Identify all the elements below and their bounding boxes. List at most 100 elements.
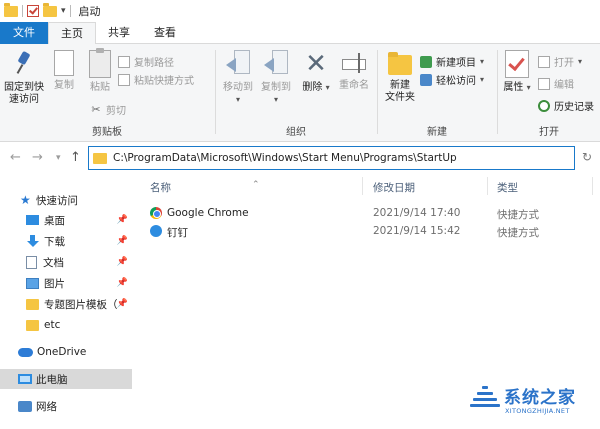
properties-button[interactable]: 属性 ▾ xyxy=(502,50,532,94)
new-folder-button[interactable]: 新建 文件夹 xyxy=(382,50,418,104)
up-arrow-icon[interactable]: ↑ xyxy=(70,150,81,165)
edit-icon xyxy=(538,77,550,90)
nav-label: OneDrive xyxy=(37,346,87,358)
nav-item-etc[interactable]: etc xyxy=(0,315,132,335)
cut-label: 剪切 xyxy=(106,106,126,117)
watermark-logo: 系统之家 XITONGZHIJIA.NET xyxy=(470,380,598,425)
column-divider[interactable] xyxy=(487,177,488,195)
pin-icon[interactable]: 📌 xyxy=(117,215,128,225)
refresh-icon[interactable]: ↻ xyxy=(582,150,592,164)
copy-button[interactable]: 复制 xyxy=(50,50,78,92)
tab-view[interactable]: 查看 xyxy=(142,22,188,44)
chevron-down-icon: ▾ xyxy=(235,95,240,104)
chevron-down-icon: ▾ xyxy=(273,95,278,104)
cut-button[interactable]: ✂ 剪切 xyxy=(90,102,126,117)
file-type: 快捷方式 xyxy=(497,227,539,239)
properties-icon xyxy=(505,50,529,78)
open-label: 打开 xyxy=(554,58,574,69)
paste-shortcut-button[interactable]: 粘贴快捷方式 xyxy=(118,72,194,87)
move-to-button[interactable]: 移动到 ▾ xyxy=(220,50,256,106)
watermark-text: 系统之家 xyxy=(504,388,576,408)
copy-label: 复制 xyxy=(54,80,74,91)
new-folder-quick-icon[interactable] xyxy=(43,2,57,17)
recent-locations-chevron-icon[interactable]: ▾ xyxy=(56,153,61,163)
folder-icon xyxy=(26,298,39,310)
new-folder-icon xyxy=(385,50,415,76)
history-button[interactable]: 历史记录 xyxy=(538,98,594,113)
nav-label: 桌面 xyxy=(44,214,65,227)
paste-button[interactable]: 粘贴 xyxy=(86,48,114,94)
delete-button[interactable]: ✕ 删除 ▾ xyxy=(302,50,330,94)
clipboard-group-label: 剪贴板 xyxy=(92,127,122,138)
chevron-down-icon: ▾ xyxy=(480,57,485,66)
nav-item-network[interactable]: 网络 xyxy=(0,396,132,416)
title-bar: ▾ 启动 xyxy=(0,0,600,22)
pin-icon[interactable]: 📌 xyxy=(117,299,128,309)
nav-item-special-folder[interactable]: 专题图片模板（ 📌 xyxy=(0,294,132,314)
folder-icon xyxy=(93,152,107,164)
forward-arrow-icon[interactable]: → xyxy=(32,150,43,165)
nav-item-desktop[interactable]: 桌面 📌 xyxy=(0,210,132,230)
sort-ascending-icon: ⌃ xyxy=(252,180,260,190)
delete-label: 删除 xyxy=(302,82,323,93)
open-group: 属性 ▾ 打开 ▾ 编辑 历史记录 打开 xyxy=(498,48,600,138)
new-item-button[interactable]: 新建项目 ▾ xyxy=(420,54,484,69)
new-group: 新建 文件夹 新建项目 ▾ 轻松访问 ▾ 新建 xyxy=(378,48,496,138)
copy-to-button[interactable]: 复制到 ▾ xyxy=(258,50,294,106)
file-name: 钉钉 xyxy=(167,227,188,239)
tab-share[interactable]: 共享 xyxy=(96,22,142,44)
column-type[interactable]: 类型 xyxy=(497,180,518,195)
column-divider[interactable] xyxy=(362,177,363,195)
pin-icon[interactable]: 📌 xyxy=(117,278,128,288)
copy-path-icon xyxy=(118,55,130,68)
edit-button[interactable]: 编辑 xyxy=(538,76,574,91)
nav-item-documents[interactable]: 文档 📌 xyxy=(0,252,132,272)
nav-label: 专题图片模板（ xyxy=(44,298,118,311)
new-group-label: 新建 xyxy=(427,127,447,138)
picture-icon xyxy=(26,277,39,289)
file-row[interactable]: Google Chrome 2021/9/14 17:40 快捷方式 xyxy=(140,204,600,222)
address-path: C:\ProgramData\Microsoft\Windows\Start M… xyxy=(113,152,457,164)
address-input[interactable]: C:\ProgramData\Microsoft\Windows\Start M… xyxy=(88,146,575,170)
nav-item-downloads[interactable]: 下载 📌 xyxy=(0,231,132,251)
column-divider[interactable] xyxy=(592,177,593,195)
chrome-icon xyxy=(150,207,162,219)
scissors-icon: ✂ xyxy=(91,102,101,116)
customize-toolbar-dropdown[interactable]: ▾ xyxy=(61,6,66,16)
tab-file[interactable]: 文件 xyxy=(0,22,48,44)
column-date[interactable]: 修改日期 xyxy=(373,180,415,195)
nav-label: 此电脑 xyxy=(36,373,68,386)
copy-path-button[interactable]: 复制路径 xyxy=(118,54,174,69)
properties-quick-icon[interactable] xyxy=(27,5,39,17)
cloud-icon xyxy=(18,347,33,357)
edit-label: 编辑 xyxy=(554,80,574,91)
easy-access-button[interactable]: 轻松访问 ▾ xyxy=(420,72,484,87)
rename-label: 重命名 xyxy=(339,80,369,91)
chevron-down-icon: ▾ xyxy=(526,83,531,92)
column-name[interactable]: 名称 xyxy=(150,180,171,195)
back-arrow-icon[interactable]: ← xyxy=(10,150,21,165)
file-date: 2021/9/14 15:42 xyxy=(373,225,461,237)
rename-button[interactable]: 重命名 xyxy=(336,50,372,92)
chevron-down-icon: ▾ xyxy=(325,83,330,92)
new-item-label: 新建项目 xyxy=(436,58,476,69)
pin-icon[interactable]: 📌 xyxy=(117,236,128,246)
open-button[interactable]: 打开 ▾ xyxy=(538,54,582,69)
file-row[interactable]: 钉钉 2021/9/14 15:42 快捷方式 xyxy=(140,222,600,240)
paste-shortcut-label: 粘贴快捷方式 xyxy=(134,76,194,87)
nav-item-pictures[interactable]: 图片 📌 xyxy=(0,273,132,293)
folder-icon xyxy=(26,319,39,331)
file-type: 快捷方式 xyxy=(497,209,539,221)
tab-home[interactable]: 主页 xyxy=(48,22,96,45)
pin-icon[interactable]: 📌 xyxy=(117,257,128,267)
ribbon: 固定到快 速访问 复制 粘贴 复制路径 粘贴快捷方式 ✂ 剪切 剪贴板 移动到 xyxy=(0,44,600,142)
new-folder-label-line2: 文件夹 xyxy=(385,92,415,103)
pin-label-line1: 固定到快 xyxy=(4,82,44,93)
star-icon: ★ xyxy=(20,193,31,207)
pin-to-quick-access-button[interactable]: 固定到快 速访问 xyxy=(4,50,44,106)
ribbon-tabs: 文件 主页 共享 查看 xyxy=(0,22,600,45)
nav-item-quick-access[interactable]: ★ 快速访问 xyxy=(0,190,132,210)
nav-item-onedrive[interactable]: OneDrive xyxy=(0,342,132,362)
nav-item-this-pc[interactable]: 此电脑 xyxy=(0,369,132,389)
organize-group: 移动到 ▾ 复制到 ▾ ✕ 删除 ▾ 重命名 组织 xyxy=(216,48,376,138)
